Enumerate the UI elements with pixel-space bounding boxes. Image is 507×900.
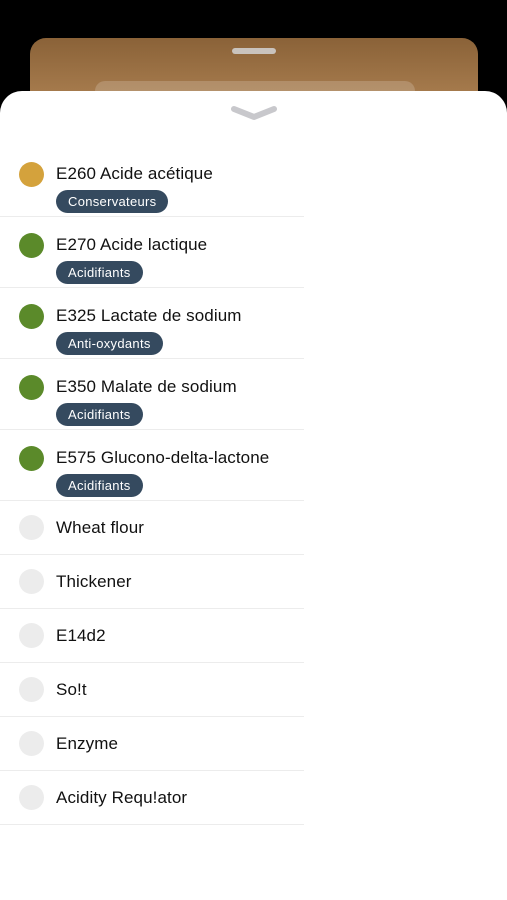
background-grabber <box>232 48 276 54</box>
category-tag: Anti-oxydants <box>56 332 163 355</box>
additive-row[interactable]: E260 Acide acétique Conservateurs <box>0 146 304 217</box>
ingredient-name: Acidity Requ!ator <box>56 788 188 807</box>
ingredient-row[interactable]: Thickener <box>0 555 304 609</box>
ingredient-name: Thickener <box>56 572 132 591</box>
ingredient-row[interactable]: E14d2 <box>0 609 304 663</box>
status-dot-icon <box>19 569 44 594</box>
chevron-down-icon[interactable] <box>231 103 277 123</box>
status-dot-icon <box>19 785 44 810</box>
status-dot-icon <box>19 446 44 471</box>
additive-row[interactable]: E350 Malate de sodium Acidifiants <box>0 359 304 430</box>
status-dot-icon <box>19 731 44 756</box>
additive-row[interactable]: E575 Glucono-delta-lactone Acidifiants <box>0 430 304 501</box>
additive-name: E325 Lactate de sodium <box>56 306 242 325</box>
status-dot-icon <box>19 677 44 702</box>
status-dot-icon <box>19 304 44 329</box>
category-tag: Acidifiants <box>56 474 143 497</box>
ingredient-name: Enzyme <box>56 734 119 753</box>
ingredient-row[interactable]: So!t <box>0 663 304 717</box>
additive-name: E350 Malate de sodium <box>56 377 237 396</box>
ingredient-row[interactable]: Enzyme <box>0 717 304 771</box>
additive-name: E575 Glucono-delta-lactone <box>56 448 270 467</box>
additive-row[interactable]: E270 Acide lactique Acidifiants <box>0 217 304 288</box>
category-tag: Acidifiants <box>56 403 143 426</box>
ingredient-list: E260 Acide acétique Conservateurs E270 A… <box>0 146 304 825</box>
additive-name: E270 Acide lactique <box>56 235 208 254</box>
status-dot-icon <box>19 375 44 400</box>
category-tag: Conservateurs <box>56 190 169 213</box>
ingredient-name: Wheat flour <box>56 518 145 537</box>
ingredient-row[interactable]: Wheat flour <box>0 501 304 555</box>
status-dot-icon <box>19 515 44 540</box>
status-dot-icon <box>19 162 44 187</box>
ingredient-row[interactable]: Acidity Requ!ator <box>0 771 304 825</box>
category-tag: Acidifiants <box>56 261 143 284</box>
additive-row[interactable]: E325 Lactate de sodium Anti-oxydants <box>0 288 304 359</box>
status-dot-icon <box>19 233 44 258</box>
ingredient-name: So!t <box>56 680 87 699</box>
ingredient-name: E14d2 <box>56 626 106 645</box>
additive-name: E260 Acide acétique <box>56 164 213 183</box>
status-dot-icon <box>19 623 44 648</box>
